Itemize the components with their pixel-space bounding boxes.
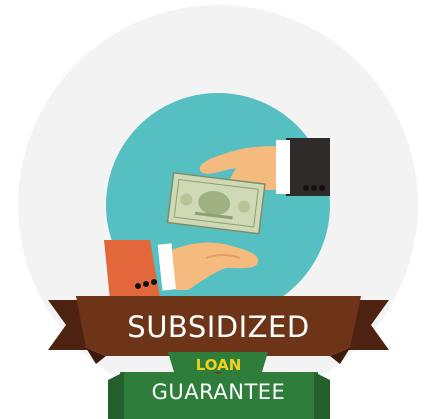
banknote-icon: [166, 172, 266, 235]
badge-illustration: SUBSIDIZED LOAN GUARANTEE: [0, 0, 437, 419]
guarantee-label: GUARANTEE: [151, 380, 286, 404]
subsidized-label: SUBSIDIZED: [127, 310, 310, 344]
loan-label: LOAN: [195, 356, 242, 374]
